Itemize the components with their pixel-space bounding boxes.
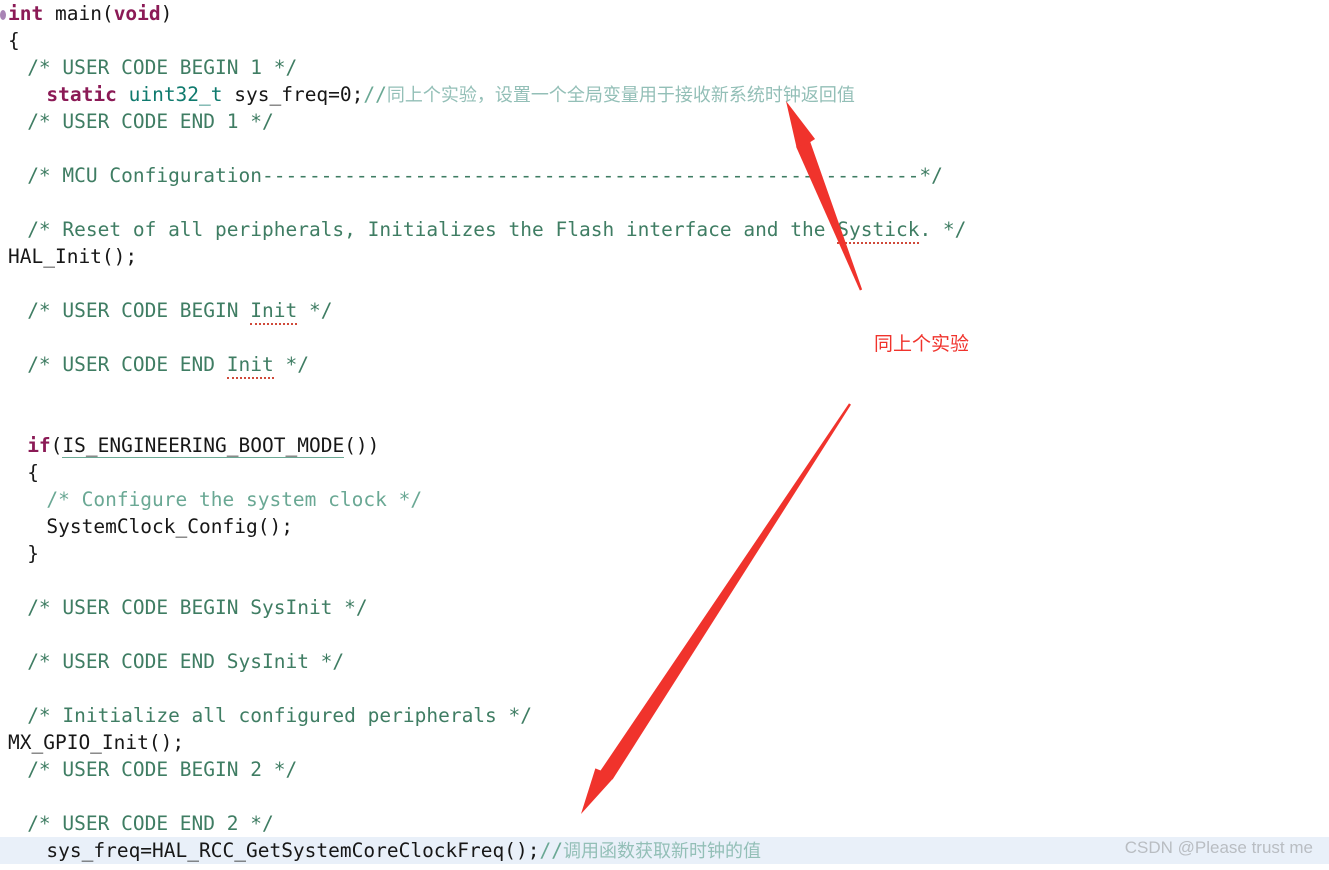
code-line[interactable]: /* MCU Configuration--------------------…	[0, 162, 1329, 189]
code-token: Systick	[837, 218, 920, 244]
code-token: void	[113, 2, 161, 25]
code-line[interactable]	[0, 783, 1329, 810]
code-token: }	[27, 542, 39, 565]
code-token: SystemClock_Config();	[46, 515, 293, 538]
code-line[interactable]: MX_GPIO_Init();	[0, 729, 1329, 756]
code-line[interactable]: static uint32_t sys_freq=0;//同上个实验，设置一个全…	[0, 81, 1329, 108]
code-line[interactable]: /* USER CODE END Init */	[0, 351, 1329, 379]
code-token: /* USER CODE BEGIN 1 */	[27, 56, 298, 79]
screenshot-root: int main(void){/* USER CODE BEGIN 1 */st…	[0, 0, 1329, 870]
code-token: {	[27, 461, 39, 484]
code-line[interactable]: /* Reset of all peripherals, Initializes…	[0, 216, 1329, 244]
code-line[interactable]: if(IS_ENGINEERING_BOOT_MODE())	[0, 432, 1329, 459]
code-line[interactable]: /* USER CODE BEGIN 1 */	[0, 54, 1329, 81]
code-token: Init	[250, 299, 298, 325]
code-line[interactable]: /* USER CODE END 1 */	[0, 108, 1329, 135]
code-token: */	[297, 299, 333, 322]
code-token: //	[363, 83, 387, 106]
code-token: /* USER CODE BEGIN	[27, 299, 251, 322]
code-line[interactable]: /* USER CODE END 2 */	[0, 810, 1329, 837]
code-line[interactable]: {	[0, 27, 1329, 54]
code-line[interactable]	[0, 270, 1329, 297]
code-token: /* USER CODE BEGIN 2 */	[27, 758, 298, 781]
code-line[interactable]: /* USER CODE BEGIN 2 */	[0, 756, 1329, 783]
code-token: /* MCU Configuration--------------------…	[27, 164, 943, 187]
code-line[interactable]: /* USER CODE END SysInit */	[0, 648, 1329, 675]
code-token: uint32_t	[128, 83, 223, 106]
code-line[interactable]	[0, 621, 1329, 648]
code-line[interactable]	[0, 324, 1329, 351]
code-line[interactable]: int main(void)	[0, 0, 1329, 27]
code-line[interactable]	[0, 405, 1329, 432]
code-token: /* USER CODE BEGIN SysInit */	[27, 596, 368, 619]
annotation-label: 同上个实验	[874, 333, 970, 355]
watermark-text: CSDN @Please trust me	[1124, 838, 1313, 857]
code-token: /* USER CODE END SysInit */	[27, 650, 345, 673]
code-token: Init	[226, 353, 274, 379]
code-token: )	[160, 2, 173, 25]
code-token: static	[46, 83, 117, 106]
code-line[interactable]: /* Initialize all configured peripherals…	[0, 702, 1329, 729]
code-line[interactable]: SystemClock_Config();	[0, 513, 1329, 540]
code-editor-pane[interactable]: int main(void){/* USER CODE BEGIN 1 */st…	[0, 0, 1329, 870]
code-token: /* USER CODE END 2 */	[27, 812, 274, 835]
code-token: /* Configure the system clock */	[46, 488, 423, 511]
code-token: sys_freq=HAL_RCC_GetSystemCoreClockFreq(…	[46, 839, 540, 862]
code-token: int	[8, 2, 44, 25]
code-token: IS_ENGINEERING_BOOT_MODE	[62, 434, 345, 458]
code-token: */	[273, 353, 309, 376]
code-line[interactable]: {	[0, 459, 1329, 486]
code-token: /* Initialize all configured peripherals…	[27, 704, 533, 727]
code-line[interactable]: /* USER CODE BEGIN Init */	[0, 297, 1329, 325]
code-token: if	[27, 434, 51, 457]
code-token: /* Reset of all peripherals, Initializes…	[27, 218, 838, 241]
code-line[interactable]	[0, 567, 1329, 594]
code-line[interactable]	[0, 189, 1329, 216]
code-line[interactable]: HAL_Init();	[0, 243, 1329, 270]
code-token: . */	[919, 218, 967, 241]
code-line[interactable]: /* Configure the system clock */	[0, 486, 1329, 513]
code-token: 调用函数获取新时钟的值	[562, 841, 761, 862]
code-token: /* USER CODE END 1 */	[27, 110, 274, 133]
code-token: {	[8, 29, 20, 52]
code-token: main(	[43, 2, 114, 25]
code-token: //	[539, 839, 563, 862]
code-line[interactable]	[0, 378, 1329, 405]
code-line[interactable]	[0, 135, 1329, 162]
code-token: 同上个实验，设置一个全局变量用于接收新系统时钟返回值	[386, 85, 855, 106]
code-token: ())	[344, 434, 380, 457]
code-token: MX_GPIO_Init();	[8, 731, 185, 754]
code-line[interactable]: /* USER CODE BEGIN SysInit */	[0, 594, 1329, 621]
code-token: (	[50, 434, 63, 457]
code-token: HAL_Init();	[8, 245, 138, 268]
code-line[interactable]	[0, 675, 1329, 702]
code-line[interactable]: }	[0, 540, 1329, 567]
code-token: /* USER CODE END	[27, 353, 227, 376]
code-token: sys_freq=0;	[222, 83, 364, 106]
